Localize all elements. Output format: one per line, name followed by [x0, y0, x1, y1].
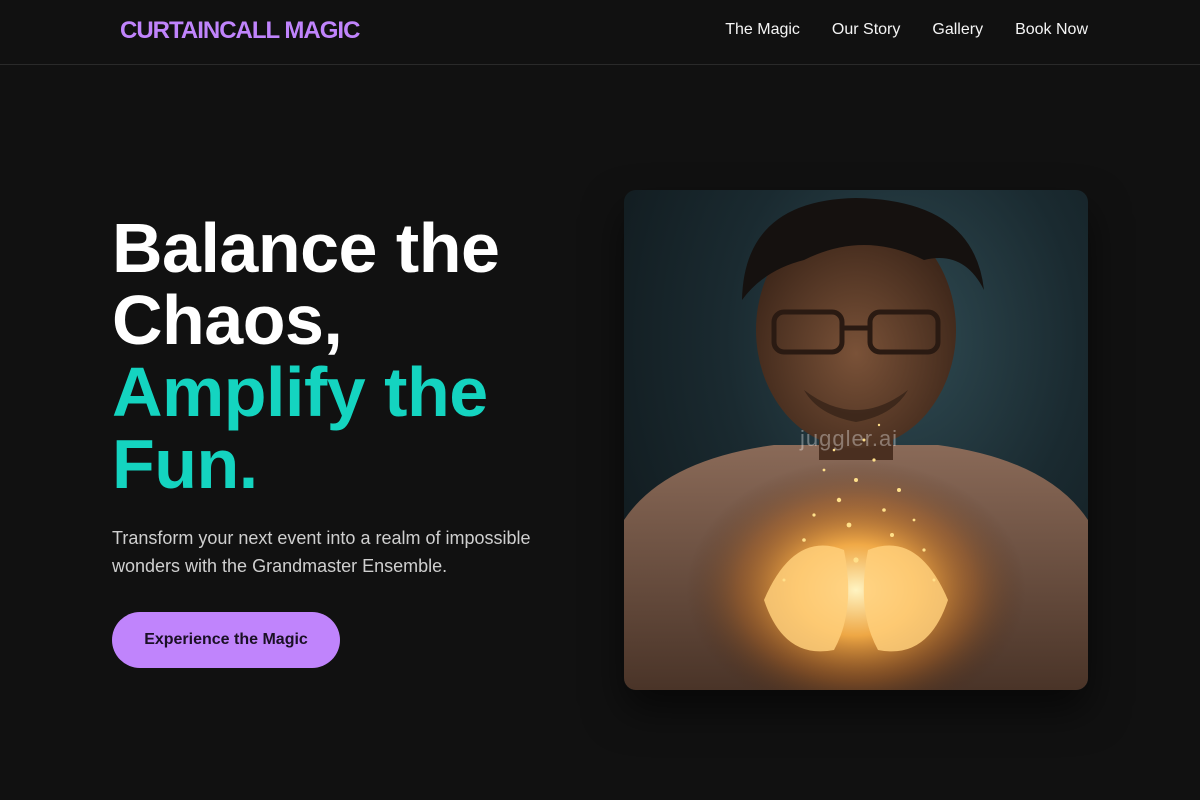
nav-link-book-now[interactable]: Book Now	[1015, 20, 1088, 40]
headline-line-2: Chaos,	[112, 281, 343, 359]
nav-link-our-story[interactable]: Our Story	[832, 20, 900, 40]
image-watermark: juggler.ai	[800, 426, 899, 451]
site-logo[interactable]: CURTAINCALL MAGIC	[120, 17, 360, 45]
headline-line-1: Balance the	[112, 209, 500, 287]
experience-magic-button[interactable]: Experience the Magic	[112, 612, 340, 668]
hero-image: juggler.ai	[624, 190, 1088, 690]
nav-link-the-magic[interactable]: The Magic	[725, 20, 800, 40]
hero-subtitle: Transform your next event into a realm o…	[112, 528, 531, 576]
site-header: CURTAINCALL MAGIC The Magic Our Story Ga…	[0, 0, 1200, 65]
nav-link-gallery[interactable]: Gallery	[932, 20, 983, 40]
main-nav: The Magic Our Story Gallery Book Now	[725, 20, 1088, 40]
headline-highlight-line-2: Fun.	[112, 425, 258, 503]
hero-headline: Balance the Chaos, Amplify the Fun.	[112, 212, 572, 500]
headline-highlight-line-1: Amplify the	[112, 353, 488, 431]
